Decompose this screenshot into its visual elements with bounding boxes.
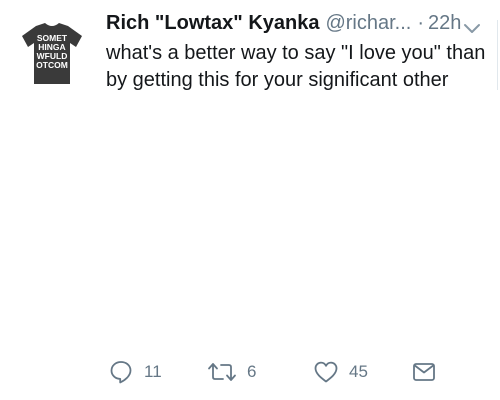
reply-icon	[108, 359, 134, 385]
timestamp[interactable]: 22h	[428, 12, 461, 35]
like-count: 45	[349, 362, 368, 381]
chevron-down-icon[interactable]	[462, 22, 482, 36]
separator-dot: ·	[417, 12, 425, 34]
heart-icon	[313, 360, 339, 384]
tweet-text: what's a better way to say "I love you" …	[106, 42, 486, 91]
tshirt-avatar-image: SOMET HINGA WFULD OTCOM	[22, 23, 82, 84]
user-handle[interactable]: @richar...	[325, 12, 411, 35]
shirt-text-line: OTCOM	[36, 60, 68, 70]
avatar[interactable]: SOMET HINGA WFULD OTCOM	[12, 14, 92, 94]
tweet-card[interactable]: SOMET HINGA WFULD OTCOM Rich "Lowtax" Ky…	[0, 0, 500, 400]
display-name[interactable]: Rich "Lowtax" Kyanka	[106, 12, 319, 35]
tweet-header: Rich "Lowtax" Kyanka @richar... · 22h	[106, 12, 496, 40]
divider	[497, 20, 498, 90]
tweet-actions: 11 6 45	[0, 356, 500, 388]
envelope-icon	[412, 361, 436, 383]
like-button[interactable]: 45	[313, 356, 368, 388]
retweet-count: 6	[247, 362, 257, 381]
direct-message-button[interactable]	[412, 356, 436, 388]
retweet-button[interactable]: 6	[207, 356, 256, 388]
reply-count: 11	[144, 362, 162, 381]
retweet-icon	[207, 360, 237, 384]
reply-button[interactable]: 11	[108, 356, 162, 388]
